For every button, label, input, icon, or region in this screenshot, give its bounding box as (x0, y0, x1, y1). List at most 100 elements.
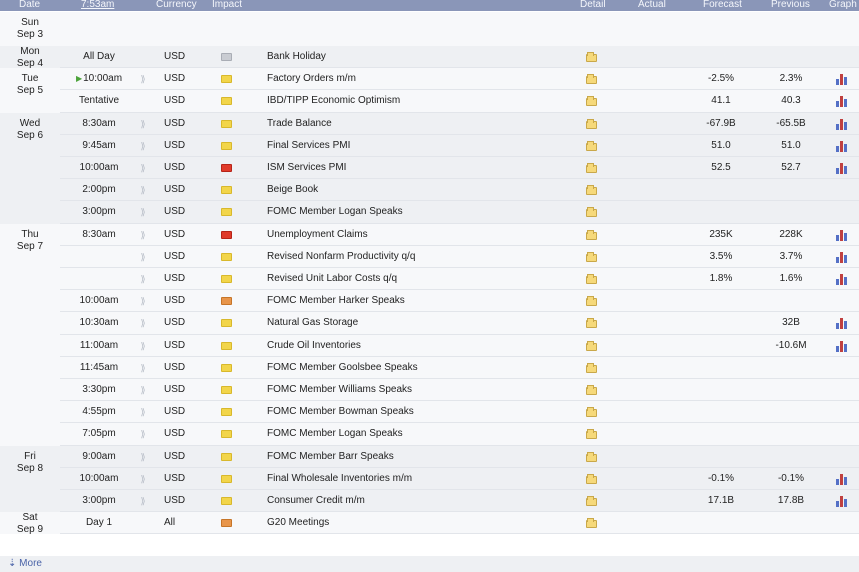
sound-icon[interactable]: ⟫ (138, 357, 148, 379)
day-of-week: Tue (21, 73, 39, 85)
event-title[interactable]: FOMC Member Logan Speaks (267, 201, 403, 223)
event-currency: USD (164, 51, 186, 62)
sound-icon[interactable]: ⟫ (138, 468, 148, 490)
event-title[interactable]: Trade Balance (267, 113, 332, 135)
event-currency: USD (164, 295, 186, 307)
event-row[interactable]: 2:00pm ⟫ USD Beige Book (60, 179, 859, 202)
event-title[interactable]: Natural Gas Storage (267, 312, 358, 334)
event-currency: USD (164, 428, 186, 440)
event-currency: USD (164, 339, 186, 351)
day-date: Fri Sep 8 (0, 446, 60, 475)
day-group: Tue Sep 5 ▶10:00am ⟫ USD Factory Orders m/m -2… (0, 68, 859, 113)
event-currency: USD (164, 317, 186, 329)
event-row[interactable]: 8:30am ⟫ USD Trade Balance -67.9B -65.5B (60, 113, 859, 135)
event-time-label: 8:30am (82, 228, 116, 240)
sound-icon[interactable]: ⟫ (138, 335, 148, 357)
event-title[interactable]: Consumer Credit m/m (267, 490, 365, 512)
event-title[interactable]: FOMC Member Logan Speaks (267, 423, 403, 445)
event-time: 2:00pm (60, 179, 138, 201)
event-forecast: -2.5% (707, 73, 735, 85)
event-title[interactable]: G20 Meetings (267, 512, 329, 534)
event-title[interactable]: Revised Unit Labor Costs q/q (267, 268, 397, 290)
event-row[interactable]: 10:00am ⟫ USD Final Wholesale Inventories m… (60, 468, 859, 490)
event-title[interactable]: IBD/TIPP Economic Optimism (267, 90, 400, 112)
event-forecast: -0.1% (707, 472, 735, 484)
header-detail: Detail (580, 0, 606, 10)
event-row[interactable]: 9:00am ⟫ USD FOMC Member Barr Speaks (60, 446, 859, 468)
sound-icon[interactable]: ⟫ (138, 201, 148, 223)
event-row[interactable]: 11:45am ⟫ USD FOMC Member Goolsbee Speaks (60, 357, 859, 379)
event-title[interactable]: Bank Holiday (267, 46, 326, 68)
sound-icon[interactable]: ⟫ (138, 446, 148, 468)
sound-icon[interactable]: ⟫ (138, 113, 148, 135)
event-row[interactable]: Day 1 All G20 Meetings (60, 512, 859, 535)
sound-icon[interactable]: ⟫ (138, 135, 148, 157)
sound-icon[interactable]: ⟫ (138, 401, 148, 423)
event-row[interactable]: All Day USD Bank Holiday (60, 46, 859, 69)
event-row[interactable]: ⟫ USD Revised Nonfarm Productivity q/q 3.5%… (60, 246, 859, 268)
event-time: 7:05pm (60, 423, 138, 445)
event-row[interactable]: ▶10:00am ⟫ USD Factory Orders m/m -2.5% 2.3% (60, 68, 859, 91)
event-row[interactable]: 4:55pm ⟫ USD FOMC Member Bowman Speaks (60, 401, 859, 424)
sound-icon[interactable]: ⟫ (138, 268, 148, 290)
day-date: Sat Sep 9 (0, 512, 60, 536)
event-title[interactable]: Revised Nonfarm Productivity q/q (267, 246, 415, 268)
day-of-week: Sun (21, 17, 39, 28)
sound-icon[interactable]: ⟫ (138, 312, 148, 334)
event-title[interactable]: FOMC Member Williams Speaks (267, 379, 412, 401)
event-title[interactable]: Final Wholesale Inventories m/m (267, 468, 412, 490)
sound-icon[interactable]: ⟫ (138, 423, 148, 445)
event-title[interactable]: FOMC Member Harker Speaks (267, 290, 405, 312)
day-date: Wed Sep 6 (0, 113, 60, 142)
header-currency: Currency (156, 0, 197, 10)
event-previous: 228K (779, 228, 803, 240)
event-time: 9:00am (60, 446, 138, 468)
sound-icon[interactable]: ⟫ (138, 379, 148, 401)
event-previous: 2.3% (779, 73, 803, 85)
event-row[interactable]: 11:00am ⟫ USD Crude Oil Inventories -10.6M (60, 335, 859, 357)
sound-icon[interactable]: ⟫ (138, 490, 148, 512)
sound-icon[interactable]: ⟫ (138, 68, 148, 90)
day-date: Thu Sep 7 (0, 224, 60, 253)
event-row[interactable]: 10:00am ⟫ USD ISM Services PMI 52.5 52.7 (60, 157, 859, 180)
header-current-time[interactable]: 7:53am (81, 0, 114, 10)
event-title[interactable]: Final Services PMI (267, 135, 350, 157)
event-title[interactable]: Factory Orders m/m (267, 68, 356, 90)
event-row[interactable]: 8:30am ⟫ USD Unemployment Claims 235K 228K (60, 224, 859, 246)
event-row[interactable]: 9:45am ⟫ USD Final Services PMI 51.0 51.0 (60, 135, 859, 157)
event-title[interactable]: FOMC Member Goolsbee Speaks (267, 357, 418, 379)
event-time-label: 11:45am (79, 361, 119, 373)
event-row[interactable]: Tentative USD IBD/TIPP Economic Optimism 41… (60, 90, 859, 113)
event-currency: USD (164, 272, 186, 284)
event-row[interactable]: ⟫ USD Revised Unit Labor Costs q/q 1.8% 1.6% (60, 268, 859, 291)
event-title[interactable]: Unemployment Claims (267, 224, 368, 246)
event-time: 11:45am (60, 357, 138, 379)
event-row[interactable]: 10:00am ⟫ USD FOMC Member Harker Speaks (60, 290, 859, 313)
calendar-header: Date 7:53am Currency Impact Detail Actua… (0, 0, 859, 11)
event-title[interactable]: FOMC Member Bowman Speaks (267, 401, 414, 423)
event-time-label: 9:00am (82, 450, 116, 462)
sound-icon[interactable]: ⟫ (138, 290, 148, 312)
event-currency: USD (164, 228, 186, 240)
event-row[interactable]: 7:05pm ⟫ USD FOMC Member Logan Speaks (60, 423, 859, 446)
event-title[interactable]: ISM Services PMI (267, 157, 346, 179)
event-title[interactable]: FOMC Member Barr Speaks (267, 446, 394, 468)
event-row[interactable]: 3:30pm ⟫ USD FOMC Member Williams Speaks (60, 379, 859, 402)
event-title[interactable]: Crude Oil Inventories (267, 335, 361, 357)
day-date: Mon Sep 4 (0, 46, 60, 70)
sound-icon[interactable]: ⟫ (138, 157, 148, 179)
sound-icon[interactable]: ⟫ (138, 246, 148, 268)
event-forecast: -67.9B (706, 117, 736, 129)
event-previous: -65.5B (776, 117, 806, 129)
sound-icon[interactable]: ⟫ (138, 179, 148, 201)
sound-icon[interactable]: ⟫ (138, 224, 148, 246)
day-of-week: Wed (19, 117, 41, 129)
more-link[interactable]: ⇣ More (0, 556, 859, 572)
event-title[interactable]: Beige Book (267, 179, 318, 201)
event-row[interactable]: 3:00pm ⟫ USD Consumer Credit m/m 17.1B 17.8B (60, 490, 859, 513)
event-row[interactable]: 3:00pm ⟫ USD FOMC Member Logan Speaks (60, 201, 859, 224)
event-row[interactable]: 10:30am ⟫ USD Natural Gas Storage 32B (60, 312, 859, 335)
event-time-label: 3:30pm (82, 383, 116, 395)
event-currency: USD (164, 139, 186, 151)
event-previous: 32B (782, 317, 800, 329)
